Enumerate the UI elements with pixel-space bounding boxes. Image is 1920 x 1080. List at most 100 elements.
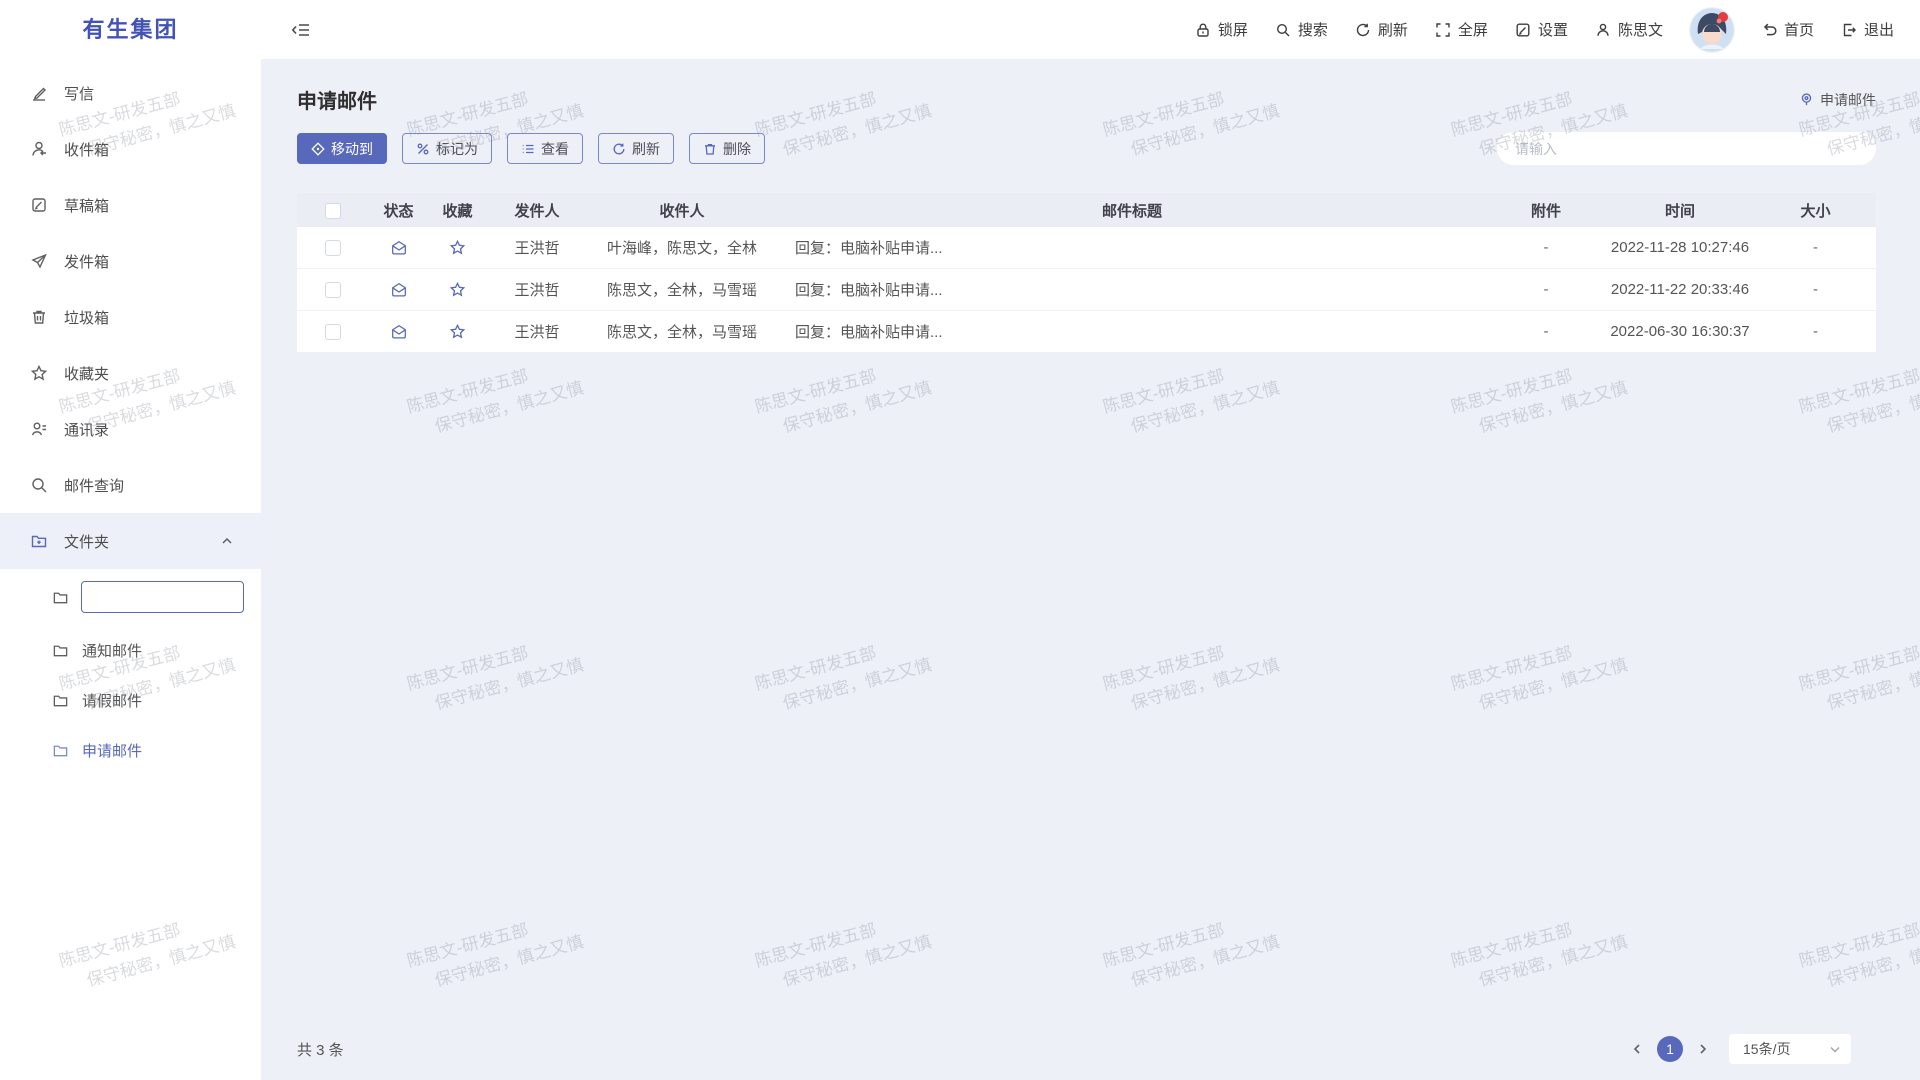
user-icon — [1595, 22, 1611, 38]
topbar-actions: 锁屏 搜索 刷新 全屏 设置 陈思文 — [1195, 8, 1894, 52]
page-title: 申请邮件 — [297, 85, 377, 114]
size-cell: - — [1755, 323, 1876, 340]
table-header-row: 状态 收藏 发件人 收件人 邮件标题 附件 时间 大小 — [297, 193, 1876, 227]
fullscreen-button[interactable]: 全屏 — [1435, 19, 1488, 40]
subject-cell[interactable]: 回复：电脑补贴申请... — [777, 279, 1487, 300]
sidebar-item-folders[interactable]: 文件夹 — [0, 513, 261, 569]
view-label: 查看 — [541, 139, 569, 159]
breadcrumb-label: 申请邮件 — [1820, 90, 1876, 110]
sidebar-item-inbox[interactable]: 收件箱 — [0, 121, 261, 177]
move-icon — [311, 142, 325, 156]
sidebar-item-trash[interactable]: 垃圾箱 — [0, 289, 261, 345]
subject-cell[interactable]: 回复：电脑补贴申请... — [777, 321, 1487, 342]
new-folder-row — [0, 569, 261, 625]
settings-button[interactable]: 设置 — [1515, 19, 1568, 40]
attachment-cell: - — [1487, 281, 1605, 298]
view-button[interactable]: 查看 — [507, 133, 583, 164]
global-search-button[interactable]: 搜索 — [1275, 19, 1328, 40]
refresh-icon — [612, 142, 626, 156]
mail-table: 状态 收藏 发件人 收件人 邮件标题 附件 时间 大小 王洪哲 叶海峰，陈思文，… — [297, 193, 1876, 353]
delete-button[interactable]: 删除 — [689, 133, 765, 164]
trash-icon — [30, 308, 48, 326]
breadcrumb: 申请邮件 — [1799, 90, 1876, 110]
row-checkbox[interactable] — [325, 324, 341, 340]
time-cell: 2022-06-30 16:30:37 — [1605, 323, 1755, 340]
mark-as-label: 标记为 — [436, 139, 478, 159]
folder-icon — [52, 589, 69, 606]
chevron-up-icon[interactable] — [221, 535, 233, 547]
sidebar-item-compose[interactable]: 写信 — [0, 65, 261, 121]
sidebar-item-mail-search[interactable]: 邮件查询 — [0, 457, 261, 513]
folder-item-apply[interactable]: 申请邮件 — [0, 725, 261, 775]
lock-screen-button[interactable]: 锁屏 — [1195, 19, 1248, 40]
lock-screen-label: 锁屏 — [1218, 19, 1248, 40]
select-all-checkbox[interactable] — [325, 203, 341, 219]
mark-icon — [416, 142, 430, 156]
next-page-button[interactable] — [1697, 1043, 1709, 1055]
toolbar: 移动到 标记为 查看 刷新 删除 — [297, 132, 1876, 165]
home-button[interactable]: 首页 — [1761, 19, 1814, 40]
folder-icon — [52, 642, 69, 659]
move-to-button[interactable]: 移动到 — [297, 133, 387, 164]
main-content: 申请邮件 申请邮件 移动到 标记为 查看 刷新 删除 — [261, 59, 1920, 1080]
col-sender: 发件人 — [487, 200, 587, 221]
collapse-sidebar-button[interactable] — [291, 20, 311, 40]
table-row[interactable]: 王洪哲 陈思文，全林，马雪瑶 回复：电脑补贴申请... - 2022-11-22… — [297, 269, 1876, 311]
page-number-button[interactable]: 1 — [1657, 1036, 1683, 1062]
new-folder-input[interactable] — [81, 581, 244, 613]
sidebar-item-favorites[interactable]: 收藏夹 — [0, 345, 261, 401]
sidebar-item-contacts[interactable]: 通讯录 — [0, 401, 261, 457]
settings-icon — [1515, 22, 1531, 38]
draft-icon — [30, 196, 48, 214]
total-count: 共 3 条 — [297, 1039, 344, 1060]
current-user-button[interactable]: 陈思文 — [1595, 19, 1663, 40]
pagination: 1 15条/页 — [1631, 1034, 1851, 1064]
col-status: 状态 — [369, 200, 428, 221]
sidebar-item-label: 通讯录 — [64, 419, 109, 440]
folder-item-label: 请假邮件 — [82, 690, 142, 711]
folder-plus-icon — [30, 532, 48, 550]
fullscreen-icon — [1435, 22, 1451, 38]
send-icon — [30, 252, 48, 270]
person-arrow-icon — [30, 140, 48, 158]
row-checkbox[interactable] — [325, 240, 341, 256]
mail-status-icon — [390, 281, 408, 299]
lock-icon — [1195, 22, 1211, 38]
folder-item-label: 申请邮件 — [82, 740, 142, 761]
logout-icon — [1841, 22, 1857, 38]
favorite-star-icon[interactable] — [449, 281, 466, 298]
row-checkbox[interactable] — [325, 282, 341, 298]
sidebar-item-label: 草稿箱 — [64, 195, 109, 216]
mail-status-icon — [390, 323, 408, 341]
folder-item-leave[interactable]: 请假邮件 — [0, 675, 261, 725]
refresh-list-button[interactable]: 刷新 — [598, 133, 674, 164]
sidebar-item-sent[interactable]: 发件箱 — [0, 233, 261, 289]
refresh-page-button[interactable]: 刷新 — [1355, 19, 1408, 40]
search-input[interactable] — [1497, 132, 1876, 165]
col-recipients: 收件人 — [587, 200, 777, 221]
mark-as-button[interactable]: 标记为 — [402, 133, 492, 164]
sidebar-item-label: 收藏夹 — [64, 363, 109, 384]
favorite-star-icon[interactable] — [449, 323, 466, 340]
avatar[interactable] — [1690, 8, 1734, 52]
pencil-icon — [30, 84, 48, 102]
sidebar-item-label: 发件箱 — [64, 251, 109, 272]
logout-button[interactable]: 退出 — [1841, 19, 1894, 40]
sidebar-item-label: 文件夹 — [64, 531, 109, 552]
fullscreen-label: 全屏 — [1458, 19, 1488, 40]
refresh-list-label: 刷新 — [632, 139, 660, 159]
company-logo: 有生集团 — [0, 0, 261, 59]
col-subject: 邮件标题 — [777, 200, 1487, 221]
delete-label: 删除 — [723, 139, 751, 159]
folder-item-notice[interactable]: 通知邮件 — [0, 625, 261, 675]
subject-cell[interactable]: 回复：电脑补贴申请... — [777, 237, 1487, 258]
contacts-icon — [30, 420, 48, 438]
prev-page-button[interactable] — [1631, 1043, 1643, 1055]
sidebar-item-drafts[interactable]: 草稿箱 — [0, 177, 261, 233]
favorite-star-icon[interactable] — [449, 239, 466, 256]
global-search-label: 搜索 — [1298, 19, 1328, 40]
table-row[interactable]: 王洪哲 叶海峰，陈思文，全林 回复：电脑补贴申请... - 2022-11-28… — [297, 227, 1876, 269]
table-row[interactable]: 王洪哲 陈思文，全林，马雪瑶 回复：电脑补贴申请... - 2022-06-30… — [297, 311, 1876, 353]
table-footer: 共 3 条 1 15条/页 — [297, 1034, 1876, 1064]
page-size-select[interactable]: 15条/页 — [1729, 1034, 1851, 1064]
